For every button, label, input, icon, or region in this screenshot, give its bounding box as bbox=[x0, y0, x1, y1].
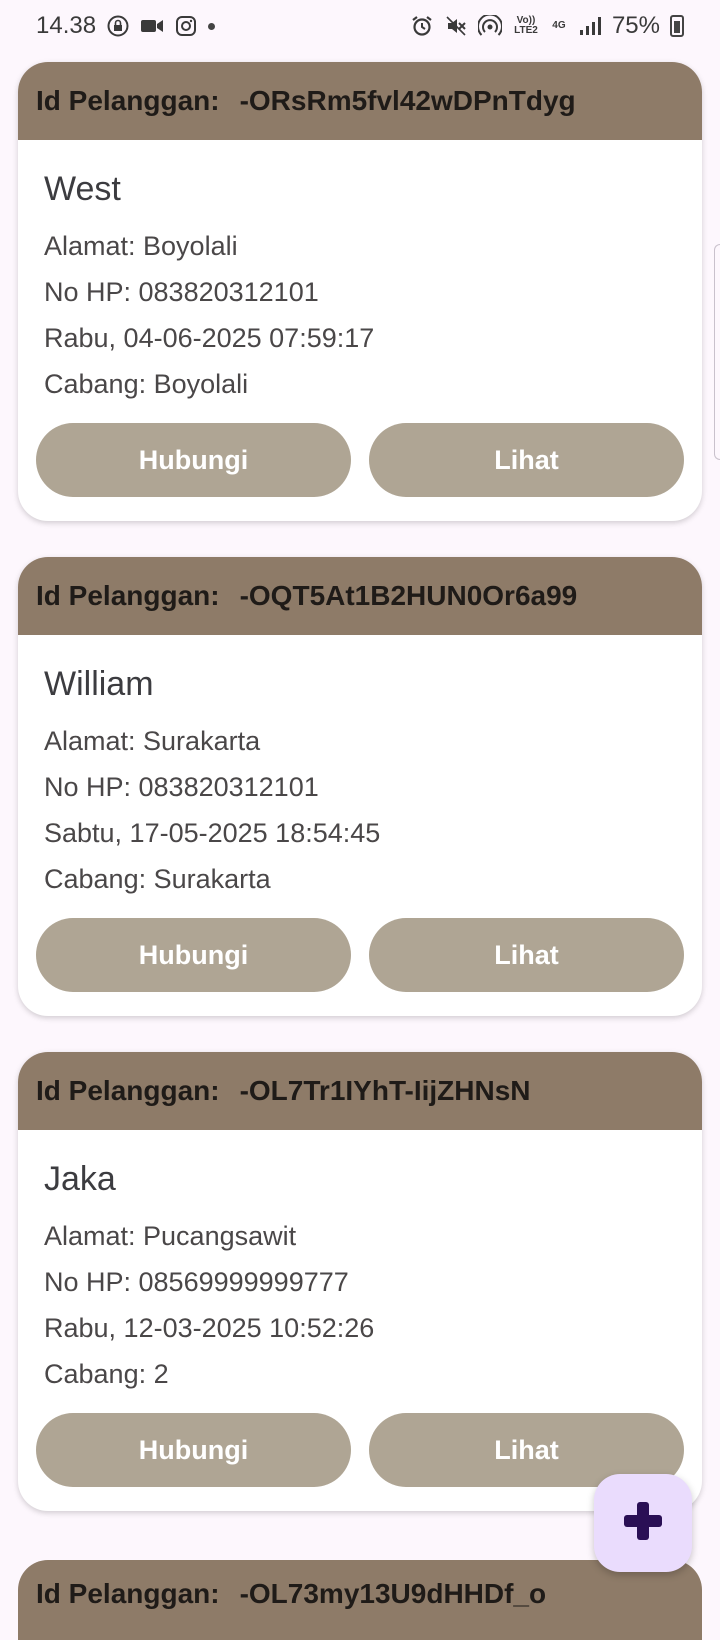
customer-branch: Cabang: Surakarta bbox=[44, 864, 271, 894]
customer-address: Alamat: Surakarta bbox=[44, 726, 261, 756]
customer-address: Alamat: Boyolali bbox=[44, 231, 238, 261]
alarm-icon bbox=[410, 14, 434, 38]
customer-id-label: Id Pelanggan: bbox=[36, 1075, 220, 1106]
plus-icon bbox=[621, 1499, 665, 1548]
status-bar: 14.38 Vo)) LTE2 4G 75% bbox=[0, 0, 720, 52]
customer-id: -OL73my13U9dHHDf_o bbox=[239, 1578, 547, 1609]
hotspot-icon bbox=[477, 14, 502, 38]
contact-button[interactable]: Hubungi bbox=[36, 1413, 351, 1487]
card-actions: Hubungi Lihat bbox=[18, 902, 702, 1016]
customer-phone: No HP: 08569999999777 bbox=[44, 1267, 349, 1297]
edge-panel-handle[interactable] bbox=[714, 244, 720, 460]
card-header: Id Pelanggan: -OL7Tr1IYhT-IijZHNsN bbox=[18, 1052, 702, 1130]
contact-button[interactable]: Hubungi bbox=[36, 423, 351, 497]
customer-datetime: Rabu, 04-06-2025 07:59:17 bbox=[44, 323, 375, 353]
video-icon bbox=[140, 14, 164, 38]
customer-id-label: Id Pelanggan: bbox=[36, 85, 220, 116]
status-bar-right: Vo)) LTE2 4G 75% bbox=[410, 12, 684, 40]
card-body: William Alamat: Surakarta No HP: 0838203… bbox=[18, 635, 702, 902]
customer-id: -OL7Tr1IYhT-IijZHNsN bbox=[239, 1075, 531, 1106]
customer-name: Jaka bbox=[44, 1160, 116, 1198]
customer-name: William bbox=[44, 665, 154, 703]
card-actions: Hubungi Lihat bbox=[18, 407, 702, 521]
customer-card: Id Pelanggan: -OQT5At1B2HUN0Or6a99 Willi… bbox=[18, 557, 702, 1016]
view-button[interactable]: Lihat bbox=[369, 423, 684, 497]
clock-time: 14.38 bbox=[36, 12, 97, 39]
battery-icon bbox=[670, 15, 684, 37]
card-body: Jaka Alamat: Pucangsawit No HP: 08569999… bbox=[18, 1130, 702, 1397]
customer-branch: Cabang: Boyolali bbox=[44, 369, 249, 399]
more-notifications-dot bbox=[208, 22, 216, 30]
customer-datetime: Rabu, 12-03-2025 10:52:26 bbox=[44, 1313, 375, 1343]
lock-icon bbox=[106, 14, 130, 38]
view-button[interactable]: Lihat bbox=[369, 918, 684, 992]
card-header: Id Pelanggan: -OQT5At1B2HUN0Or6a99 bbox=[18, 557, 702, 635]
customer-phone: No HP: 083820312101 bbox=[44, 277, 319, 307]
customer-id: -OQT5At1B2HUN0Or6a99 bbox=[239, 580, 578, 611]
customer-card: Id Pelanggan: -OL7Tr1IYhT-IijZHNsN Jaka … bbox=[18, 1052, 702, 1511]
volte-label: Vo)) LTE2 bbox=[514, 15, 538, 36]
customer-phone: No HP: 083820312101 bbox=[44, 772, 319, 802]
customer-address: Alamat: Pucangsawit bbox=[44, 1221, 297, 1251]
customer-name: West bbox=[44, 170, 121, 208]
customer-id-label: Id Pelanggan: bbox=[36, 580, 220, 611]
card-body: West Alamat: Boyolali No HP: 08382031210… bbox=[18, 140, 702, 407]
battery-percent: 75% bbox=[611, 12, 660, 39]
status-bar-left: 14.38 bbox=[36, 12, 216, 40]
signal-icon bbox=[578, 14, 602, 38]
customer-datetime: Sabtu, 17-05-2025 18:54:45 bbox=[44, 818, 381, 848]
customer-card: Id Pelanggan: -ORsRm5fvl42wDPnTdyg West … bbox=[18, 62, 702, 521]
mute-icon bbox=[444, 14, 468, 38]
contact-button[interactable]: Hubungi bbox=[36, 918, 351, 992]
network-type-label: 4G bbox=[552, 20, 566, 31]
add-customer-button[interactable] bbox=[594, 1474, 692, 1572]
customer-list: Id Pelanggan: -ORsRm5fvl42wDPnTdyg West … bbox=[18, 62, 702, 1547]
customer-card-partial: Id Pelanggan: -OL73my13U9dHHDf_o bbox=[18, 1560, 702, 1640]
customer-id: -ORsRm5fvl42wDPnTdyg bbox=[239, 85, 576, 116]
customer-branch: Cabang: 2 bbox=[44, 1359, 169, 1389]
instagram-icon bbox=[174, 14, 198, 38]
customer-id-label: Id Pelanggan: bbox=[36, 1578, 220, 1609]
card-header: Id Pelanggan: -ORsRm5fvl42wDPnTdyg bbox=[18, 62, 702, 140]
